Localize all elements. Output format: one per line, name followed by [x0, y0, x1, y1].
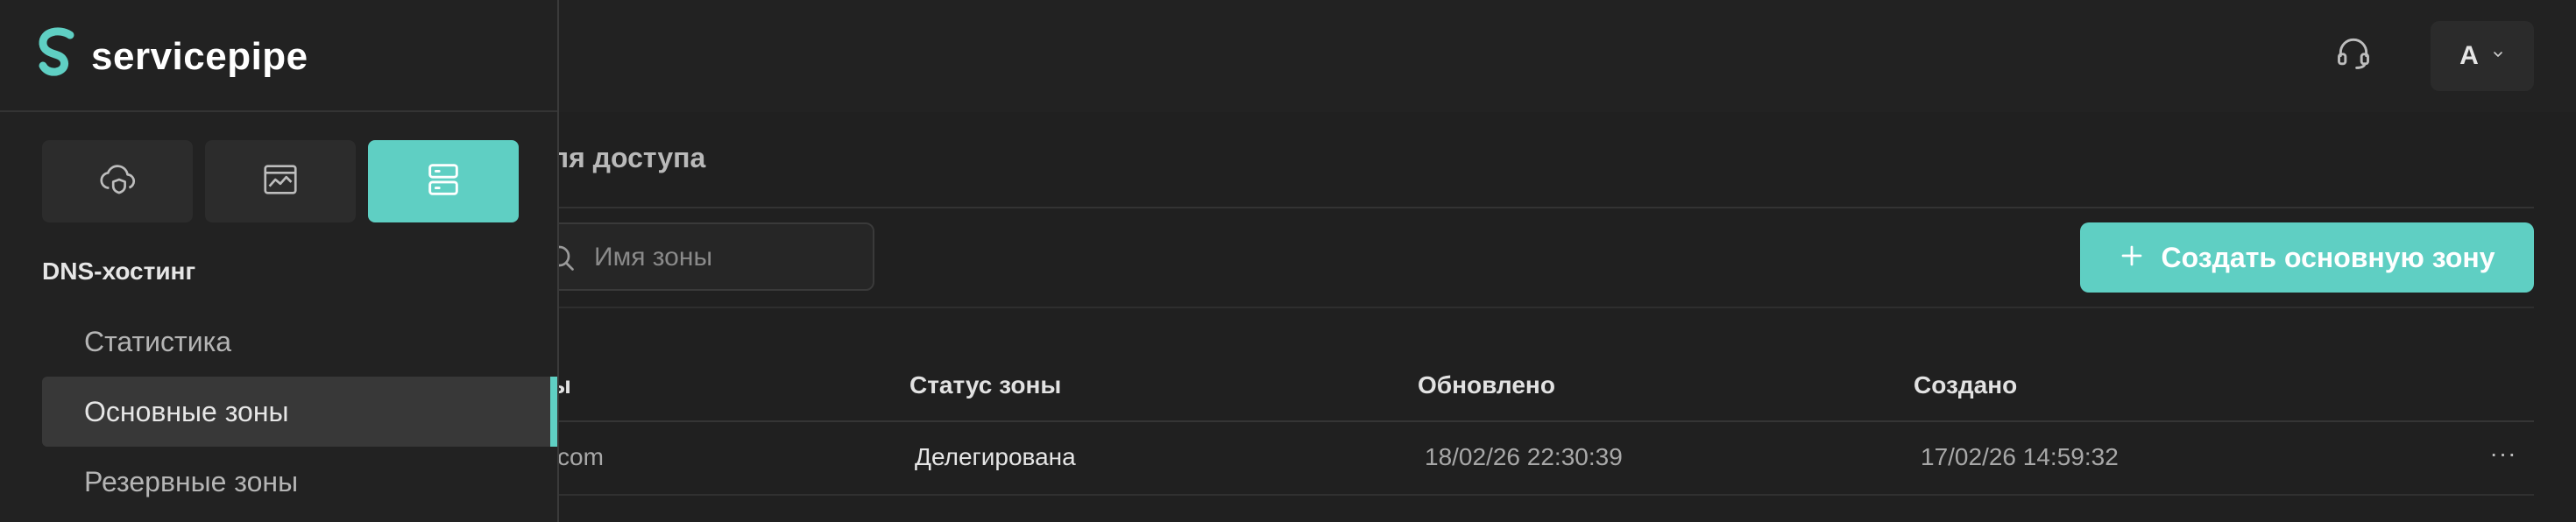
- zone-search: [517, 222, 874, 291]
- tab-access-control[interactable]: оля доступа: [534, 142, 705, 174]
- support-button[interactable]: [2331, 32, 2376, 77]
- service-switch-web[interactable]: [205, 140, 356, 222]
- table-row-divider: [526, 494, 2534, 496]
- sidebar-item-secondary-zones[interactable]: Резервные зоны: [42, 447, 559, 517]
- row-more-menu-button[interactable]: ···: [2488, 438, 2518, 469]
- service-switch-protection[interactable]: [42, 140, 193, 222]
- sidebar-active-indicator: [550, 377, 557, 447]
- sidebar-item-primary-zones[interactable]: Основные зоны: [42, 377, 559, 447]
- sidebar-item-statistics[interactable]: Статистика: [42, 307, 559, 377]
- zone-search-input[interactable]: [592, 224, 859, 291]
- user-menu-button[interactable]: A: [2431, 21, 2534, 91]
- column-header-updated[interactable]: Обновлено: [1418, 371, 1555, 399]
- brand-logo[interactable]: servicepipe: [35, 26, 308, 87]
- more-dots-icon: ···: [2489, 440, 2517, 467]
- plus-icon: [2119, 243, 2145, 273]
- table-header-divider: [526, 420, 2534, 422]
- server-stack-icon: [423, 159, 464, 204]
- column-header-created[interactable]: Создано: [1914, 371, 2017, 399]
- sidebar-item-label: Статистика: [84, 325, 232, 357]
- column-header-status[interactable]: Статус зоны: [909, 371, 1061, 399]
- zone-status-cell: Делегирована: [915, 443, 1076, 470]
- sidebar-divider: [0, 110, 557, 112]
- user-avatar-initial: A: [2459, 41, 2479, 70]
- zone-updated-cell: 18/02/26 22:30:39: [1425, 443, 1623, 470]
- sidebar-section-dns-hosting: DNS-хостинг: [42, 257, 196, 285]
- cloud-shield-icon: [97, 159, 138, 204]
- browser-chart-icon: [260, 159, 301, 204]
- servicepipe-logo-icon: [35, 26, 79, 87]
- brand-name: servicepipe: [91, 34, 308, 78]
- chevron-down-icon: [2491, 47, 2505, 66]
- app-root: A оля доступа Создать основную зону: [0, 0, 2576, 522]
- sidebar: servicepipe DNS-хостинг Статистика Основ…: [0, 0, 559, 522]
- zone-name-cell[interactable]: com: [557, 443, 604, 471]
- create-button-label: Создать основную зону: [2161, 241, 2495, 273]
- sidebar-item-label: Основные зоны: [84, 395, 289, 427]
- sidebar-item-label: Резервные зоны: [84, 465, 299, 497]
- headset-icon: [2334, 33, 2373, 76]
- create-primary-zone-button[interactable]: Создать основную зону: [2080, 222, 2534, 293]
- service-switch-dns[interactable]: [368, 140, 519, 222]
- zone-created-cell: 17/02/26 14:59:32: [1921, 443, 2119, 470]
